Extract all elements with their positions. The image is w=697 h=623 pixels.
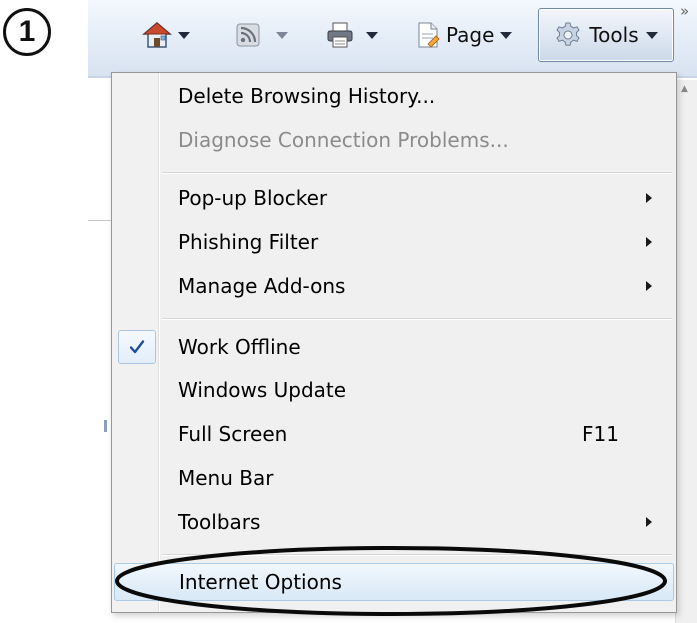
menu-item-manage-add-ons[interactable]: Manage Add-ons — [114, 267, 674, 305]
menu-item-shortcut: F11 — [582, 422, 619, 446]
menu-item-label: Manage Add-ons — [178, 274, 346, 298]
menu-item-windows-update[interactable]: Windows Update — [114, 371, 674, 409]
menu-item-label: Toolbars — [178, 510, 261, 534]
page-menu-button[interactable]: Page — [416, 16, 513, 54]
menu-item-full-screen[interactable]: Full Screen F11 — [114, 415, 674, 453]
home-dropdown-caret-icon[interactable] — [178, 31, 190, 39]
tools-menu-label: Tools — [589, 23, 639, 47]
page-icon — [418, 22, 440, 48]
menu-item-label: Internet Options — [179, 570, 342, 594]
menu-item-label: Menu Bar — [178, 466, 274, 490]
menu-item-diagnose-connection-problems: Diagnose Connection Problems... — [114, 121, 674, 159]
tools-dropdown-caret-icon — [645, 31, 658, 39]
feeds-button[interactable] — [236, 16, 288, 54]
menu-item-label: Delete Browsing History... — [178, 84, 436, 108]
tools-dropdown-menu: Delete Browsing History... Diagnose Conn… — [111, 72, 677, 613]
rss-feed-icon — [236, 23, 260, 47]
menu-item-work-offline[interactable]: Work Offline — [114, 328, 674, 366]
menu-item-label: Phishing Filter — [178, 230, 319, 254]
step-number-marker: 1 — [3, 8, 51, 56]
menu-item-delete-browsing-history[interactable]: Delete Browsing History... — [114, 77, 674, 115]
feeds-dropdown-caret-icon[interactable] — [276, 31, 288, 39]
content-divider — [88, 220, 112, 221]
menu-item-label: Pop-up Blocker — [178, 186, 328, 210]
menu-item-toolbars[interactable]: Toolbars — [114, 503, 674, 541]
content-fragment — [104, 420, 107, 432]
menu-item-label: Diagnose Connection Problems... — [178, 128, 509, 152]
home-icon — [142, 22, 172, 48]
menu-item-menu-bar[interactable]: Menu Bar — [114, 459, 674, 497]
page-menu-label: Page — [446, 23, 495, 47]
menu-separator — [162, 318, 672, 320]
submenu-arrow-icon — [646, 517, 652, 527]
home-button[interactable] — [142, 16, 190, 54]
tools-menu-button[interactable]: Tools — [538, 8, 674, 62]
vertical-scrollbar[interactable] — [675, 80, 697, 623]
menu-item-label: Windows Update — [178, 378, 347, 402]
page-dropdown-caret-icon — [500, 31, 513, 39]
checkmark-icon — [129, 340, 145, 354]
checkmark-box — [118, 330, 156, 364]
scroll-up-arrow-icon[interactable]: ▲ — [681, 84, 688, 94]
print-dropdown-caret-icon[interactable] — [366, 31, 378, 39]
submenu-arrow-icon — [646, 281, 652, 291]
menu-separator — [162, 554, 672, 556]
print-button[interactable] — [326, 16, 378, 54]
gear-icon — [556, 22, 580, 46]
printer-icon — [327, 22, 353, 48]
menu-item-internet-options[interactable]: Internet Options — [114, 563, 674, 601]
submenu-arrow-icon — [646, 193, 652, 203]
menu-item-label: Work Offline — [178, 335, 301, 359]
toolbar-overflow-chevron-icon[interactable]: » — [680, 2, 689, 20]
menu-separator — [162, 172, 672, 174]
submenu-arrow-icon — [646, 237, 652, 247]
menu-item-phishing-filter[interactable]: Phishing Filter — [114, 223, 674, 261]
menu-item-popup-blocker[interactable]: Pop-up Blocker — [114, 179, 674, 217]
menu-item-label: Full Screen — [178, 422, 288, 446]
